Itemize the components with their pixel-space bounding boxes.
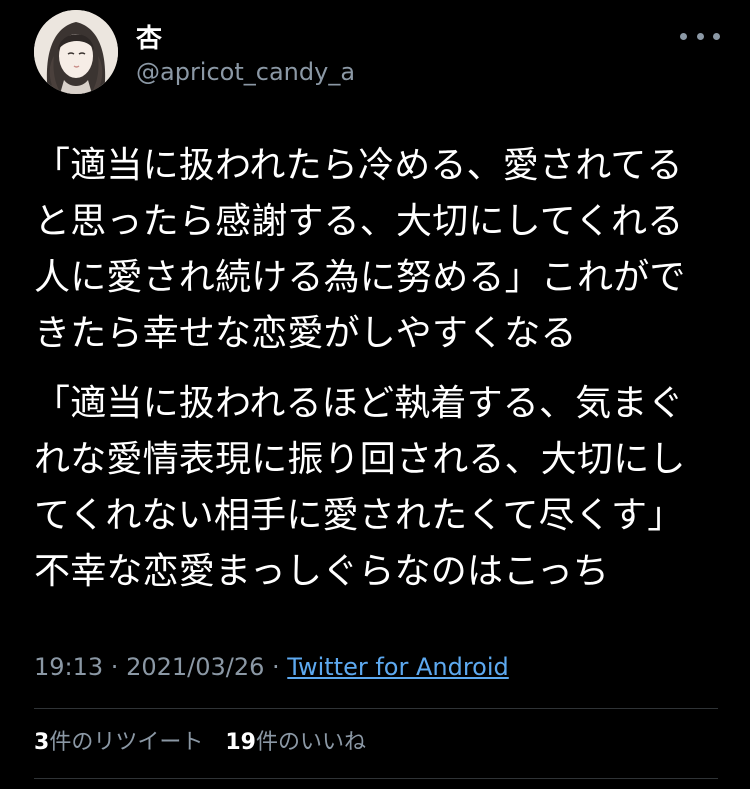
divider <box>34 778 718 779</box>
tweet-text: 「適当に扱われたら冷める、愛されてる と思ったら感謝する、大切にしてくれる 人に… <box>34 138 724 600</box>
more-horizontal-icon[interactable] <box>680 24 720 48</box>
meta-separator: · <box>103 653 127 681</box>
tweet-paragraph: 「適当に扱われたら冷める、愛されてる と思ったら感謝する、大切にしてくれる 人に… <box>34 138 724 362</box>
tweet-meta: 19:13 · 2021/03/26 · Twitter for Android <box>34 652 509 682</box>
more-dot <box>713 32 720 40</box>
tweet-line: 「適当に扱われるほど執着する、気まぐ <box>34 383 684 424</box>
retweets-stat[interactable]: 3件のリツイート <box>34 728 203 758</box>
retweets-count: 3 <box>34 730 50 755</box>
tweet-line: 「適当に扱われたら冷める、愛されてる <box>34 145 683 186</box>
tweet-time: 19:13 <box>34 653 104 681</box>
tweet-line: きたら幸せな恋愛がしやすくなる <box>34 313 577 354</box>
divider <box>34 708 718 709</box>
more-dot <box>680 32 687 40</box>
meta-separator: · <box>264 653 288 681</box>
likes-label: 件のいいね <box>255 730 366 755</box>
tweet-source-link[interactable]: Twitter for Android <box>287 653 508 681</box>
display-name[interactable]: 杏 <box>136 24 162 54</box>
user-handle[interactable]: @apricot_candy_a <box>136 58 355 86</box>
likes-count: 19 <box>225 730 256 755</box>
tweet-line: れな愛情表現に振り回される、大切にし <box>34 439 686 480</box>
tweet: 杏 @apricot_candy_a 「適当に扱われたら冷める、愛されてる と思… <box>0 0 750 789</box>
likes-stat[interactable]: 19件のいいね <box>225 728 366 758</box>
tweet-date: 2021/03/26 <box>126 653 265 681</box>
tweet-line: と思ったら感謝する、大切にしてくれる <box>34 201 684 242</box>
more-dot <box>696 32 704 40</box>
tweet-line: 不幸な恋愛まっしぐらなのはこっち <box>34 551 610 592</box>
tweet-stats: 3件のリツイート 19件のいいね <box>34 728 366 758</box>
avatar-illustration <box>34 10 118 94</box>
tweet-header: 杏 @apricot_candy_a <box>34 10 724 100</box>
tweet-paragraph: 「適当に扱われるほど執着する、気まぐ れな愛情表現に振り回される、大切にし てく… <box>34 376 724 600</box>
tweet-line: 人に愛され続ける為に努める」これがで <box>34 257 686 298</box>
avatar[interactable] <box>34 10 118 94</box>
retweets-label: 件のリツイート <box>49 730 204 755</box>
tweet-line: てくれない相手に愛されたくて尽くす」 <box>34 495 684 536</box>
